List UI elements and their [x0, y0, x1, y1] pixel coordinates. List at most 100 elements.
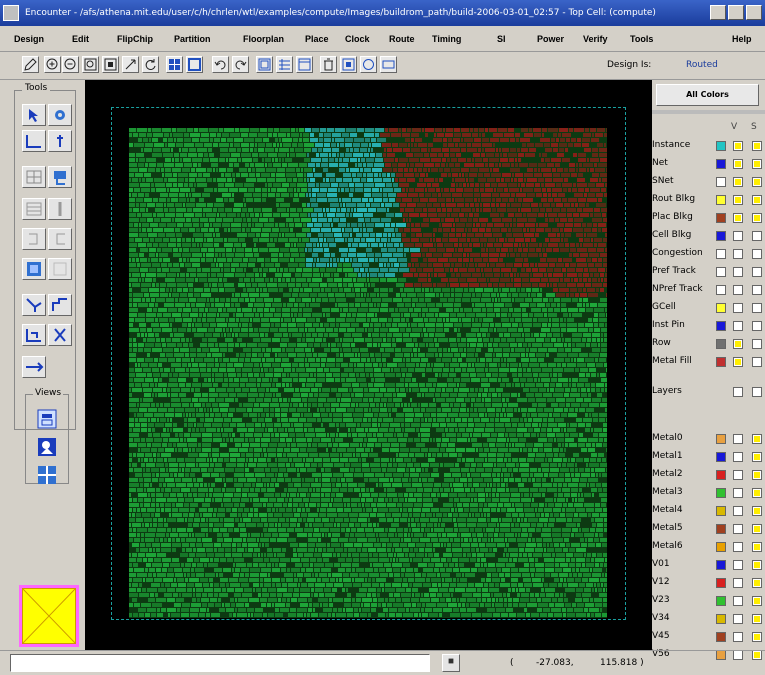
placed-cell: [402, 428, 404, 432]
placed-cell: [286, 508, 292, 512]
menu-si[interactable]: SI: [497, 34, 506, 44]
placed-cell: [192, 363, 198, 367]
amoeba-view-button[interactable]: [360, 56, 377, 73]
placed-cell: [146, 158, 156, 162]
placed-cell: [137, 453, 144, 457]
placed-cell: [291, 243, 293, 247]
hierarchy-button[interactable]: [256, 56, 273, 73]
physical-view-tool[interactable]: [35, 464, 59, 486]
zoom-in-button[interactable]: [44, 56, 61, 73]
partition-tool[interactable]: [22, 198, 46, 220]
redo-button[interactable]: [232, 56, 249, 73]
menu-route[interactable]: Route: [389, 34, 415, 44]
cut-tool[interactable]: [48, 324, 72, 346]
placed-cell: [538, 163, 546, 167]
menu-design[interactable]: Design: [14, 34, 44, 44]
placed-cell: [473, 478, 483, 482]
floorplan-view-button[interactable]: [340, 56, 357, 73]
redraw-button[interactable]: [22, 56, 39, 73]
placed-cell: [169, 193, 178, 197]
close-button[interactable]: [746, 5, 762, 20]
placed-cell: [557, 438, 564, 442]
placed-cell: [567, 363, 576, 367]
placed-cell: [380, 408, 387, 412]
info-tool[interactable]: [48, 130, 72, 152]
menu-place[interactable]: Place: [305, 34, 329, 44]
menu-power[interactable]: Power: [537, 34, 564, 44]
module-button[interactable]: [276, 56, 293, 73]
placed-cell: [193, 163, 197, 167]
window-view-button[interactable]: [186, 56, 203, 73]
placed-cell: [254, 253, 259, 257]
placed-cell: [176, 278, 185, 282]
placed-cell: [566, 403, 570, 407]
placed-cell: [563, 383, 568, 387]
layout-canvas[interactable]: [85, 80, 652, 650]
placed-cell: [400, 263, 407, 267]
delete-button[interactable]: [320, 56, 337, 73]
menu-partition[interactable]: Partition: [174, 34, 211, 44]
placed-cell: [478, 493, 485, 497]
select-tool[interactable]: [22, 104, 46, 126]
placed-cell: [197, 243, 199, 247]
placed-cell: [526, 393, 534, 397]
placed-cell: [522, 283, 531, 287]
refresh-button[interactable]: [142, 56, 159, 73]
placed-cell: [409, 158, 419, 162]
placed-cell: [241, 153, 251, 157]
menu-verify[interactable]: Verify: [583, 34, 608, 44]
placed-cell: [179, 373, 189, 377]
add-rectangle-tool[interactable]: [22, 166, 46, 188]
menu-clock[interactable]: Clock: [345, 34, 370, 44]
placed-cell: [596, 183, 604, 187]
placed-cell: [289, 298, 295, 302]
window-menu-icon[interactable]: [3, 5, 19, 21]
zoom-out-button[interactable]: [62, 56, 79, 73]
placed-cell: [398, 463, 406, 467]
floorplan-view-tool[interactable]: [35, 408, 59, 430]
move-tool[interactable]: [48, 104, 72, 126]
placed-cell: [415, 413, 423, 417]
resize-tool[interactable]: [22, 324, 46, 346]
cut-row-tool[interactable]: [48, 198, 72, 220]
placed-cell: [459, 388, 469, 392]
placed-cell: [423, 208, 427, 212]
amoeba-view-tool[interactable]: [35, 436, 59, 458]
route-tool[interactable]: [48, 294, 72, 316]
block-tool[interactable]: [22, 258, 46, 280]
placed-cell: [228, 413, 233, 417]
layout-thumbnail[interactable]: [19, 585, 79, 647]
placed-cell: [160, 418, 166, 422]
minimize-button[interactable]: [710, 5, 726, 20]
placed-cell: [150, 383, 154, 387]
stretch-tool[interactable]: [22, 294, 46, 316]
menu-edit[interactable]: Edit: [72, 34, 89, 44]
menu-help[interactable]: Help: [732, 34, 752, 44]
split-right-tool[interactable]: [48, 228, 72, 250]
add-wire-tool[interactable]: [48, 166, 72, 188]
layout-view-button[interactable]: [166, 56, 183, 73]
placed-cell: [448, 383, 456, 387]
menu-tools[interactable]: Tools: [630, 34, 653, 44]
placed-cell: [189, 178, 195, 182]
undo-button[interactable]: [212, 56, 229, 73]
maximize-button[interactable]: [728, 5, 744, 20]
menu-flipchip[interactable]: FlipChip: [117, 34, 153, 44]
menu-floorplan[interactable]: Floorplan: [243, 34, 284, 44]
placed-cell: [354, 363, 356, 367]
zoom-fit-button[interactable]: [122, 56, 139, 73]
placed-cell: [605, 248, 607, 252]
ruler-tool[interactable]: [22, 130, 46, 152]
placed-cell: [165, 168, 171, 172]
browser-button[interactable]: [296, 56, 313, 73]
physical-view-button[interactable]: [380, 56, 397, 73]
zoom-area-button[interactable]: [82, 56, 99, 73]
blank-tool[interactable]: [48, 258, 72, 280]
zoom-selected-button[interactable]: [102, 56, 119, 73]
menu-timing[interactable]: Timing: [432, 34, 461, 44]
ruler-measure-tool[interactable]: [22, 356, 46, 378]
placed-cell: [135, 383, 141, 387]
placed-cell: [497, 488, 505, 492]
placed-cell: [393, 398, 402, 402]
split-left-tool[interactable]: [22, 228, 46, 250]
